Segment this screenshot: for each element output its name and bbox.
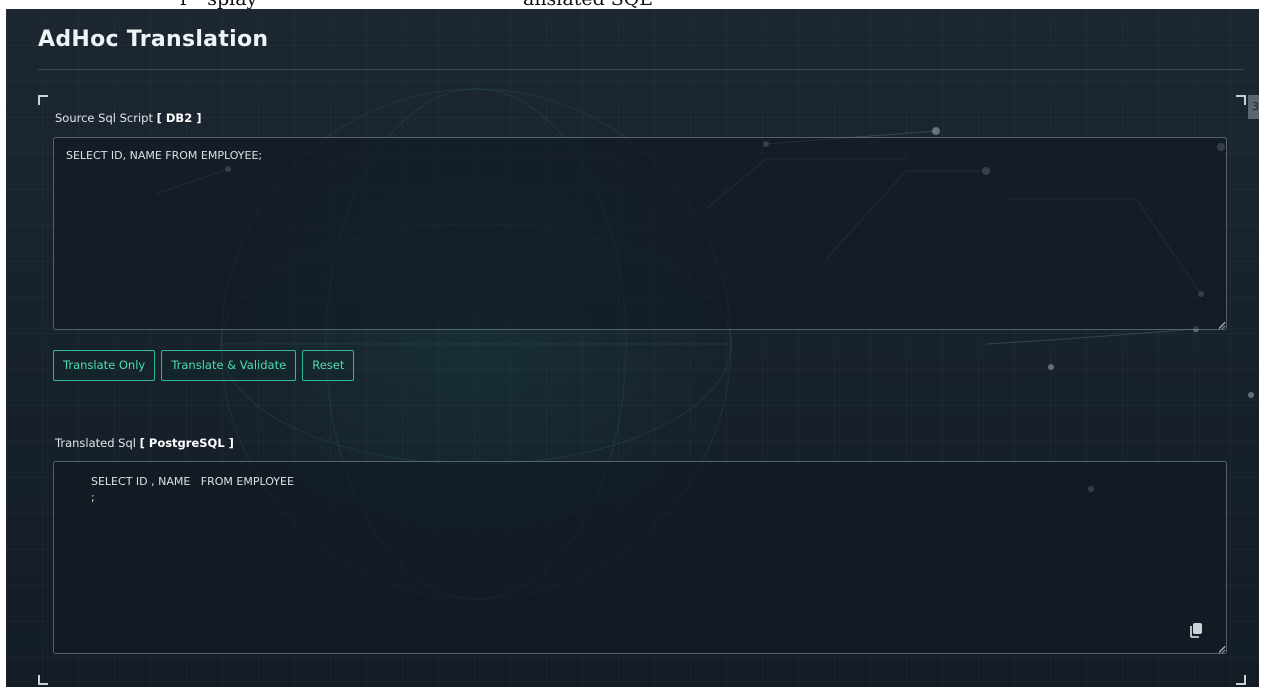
top-cutoff-strip: r splay anslated SQL xyxy=(0,0,1261,9)
source-resize-grip-icon[interactable] xyxy=(1218,322,1226,330)
translated-sql-output[interactable]: SELECT ID , NAME FROM EMPLOYEE ; xyxy=(53,461,1227,654)
cutoff-text: r splay anslated SQL xyxy=(180,0,652,9)
target-dialect: [ PostgreSQL ] xyxy=(139,436,234,450)
output-resize-grip-icon[interactable] xyxy=(1218,646,1226,654)
reset-button[interactable]: Reset xyxy=(302,350,355,381)
corner-bracket-top-right xyxy=(1236,95,1246,105)
translation-panel: Source Sql Script [ DB2 ] SELECT ID, NAM… xyxy=(38,95,1246,685)
copy-icon[interactable] xyxy=(1188,622,1204,638)
source-sql-label: Source Sql Script [ DB2 ] xyxy=(55,111,201,125)
source-sql-input[interactable]: SELECT ID, NAME FROM EMPLOYEE; xyxy=(53,137,1227,330)
scroll-tab[interactable]: 3 xyxy=(1248,95,1259,119)
corner-bracket-top-left xyxy=(38,95,48,105)
action-buttons: Translate Only Translate & Validate Rese… xyxy=(53,350,355,381)
translated-sql-label-text: Translated Sql xyxy=(55,436,136,450)
translate-validate-button[interactable]: Translate & Validate xyxy=(161,350,297,381)
adhoc-translation-app: AdHoc Translation 3 Source Sql Script [ … xyxy=(6,9,1259,687)
translated-sql-line-2: ; xyxy=(91,491,95,504)
translate-only-button[interactable]: Translate Only xyxy=(53,350,156,381)
translated-sql-line-1: SELECT ID , NAME FROM EMPLOYEE xyxy=(91,475,294,488)
corner-bracket-bottom-left xyxy=(38,675,48,685)
corner-bracket-bottom-right xyxy=(1236,675,1246,685)
translated-sql-label: Translated Sql [ PostgreSQL ] xyxy=(55,436,234,450)
title-divider xyxy=(38,69,1244,70)
source-sql-label-text: Source Sql Script xyxy=(55,111,153,125)
page-title: AdHoc Translation xyxy=(38,27,269,52)
source-dialect: [ DB2 ] xyxy=(156,111,202,125)
